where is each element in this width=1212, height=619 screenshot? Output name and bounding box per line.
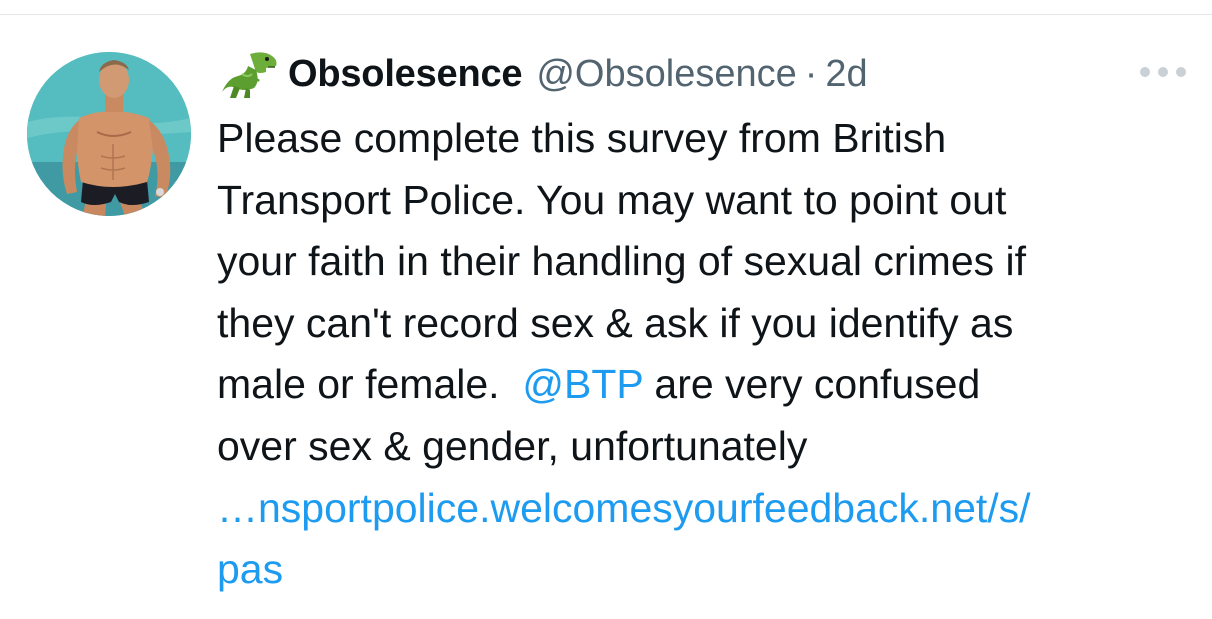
tweet-text-line: male or female. @BTP are very confused [217, 354, 1197, 416]
tweet-text-line: your faith in their handling of sexual c… [217, 238, 1027, 285]
top-divider [0, 14, 1212, 15]
tweet-text: Please complete this survey from British… [217, 108, 1197, 601]
t-rex-icon [220, 48, 282, 100]
tweet-text-line: they can't record sex & ask if you ident… [217, 299, 1014, 346]
author-display-name[interactable]: Obsolesence [288, 53, 523, 96]
more-horizontal-icon[interactable] [1140, 62, 1186, 82]
tweet-text-segment: male or female. [217, 361, 500, 408]
separator-dot: · [804, 52, 818, 95]
avatar[interactable] [27, 52, 191, 216]
more-dot [1158, 67, 1168, 77]
url-link-continued[interactable]: pas [217, 539, 1197, 601]
timestamp[interactable]: 2d [825, 53, 867, 96]
author-handle[interactable]: @Obsolesence [536, 53, 796, 96]
mention-link[interactable]: @BTP [522, 361, 643, 407]
tweet-text-line: Please complete this survey from British [217, 115, 947, 161]
tweet-header: Obsolesence @Obsolesence · 2d [220, 48, 868, 100]
url-link[interactable]: …nsportpolice.welcomesyourfeedback.net/s… [217, 478, 1197, 540]
tweet-text-line: over sex & gender, unfortunately [217, 422, 808, 469]
more-dot [1140, 67, 1150, 77]
avatar-image [27, 52, 191, 216]
tweet-text-line: Transport Police. You may want to point … [217, 176, 1007, 223]
more-dot [1176, 67, 1186, 77]
tweet-text-segment: are very confused [654, 361, 981, 408]
